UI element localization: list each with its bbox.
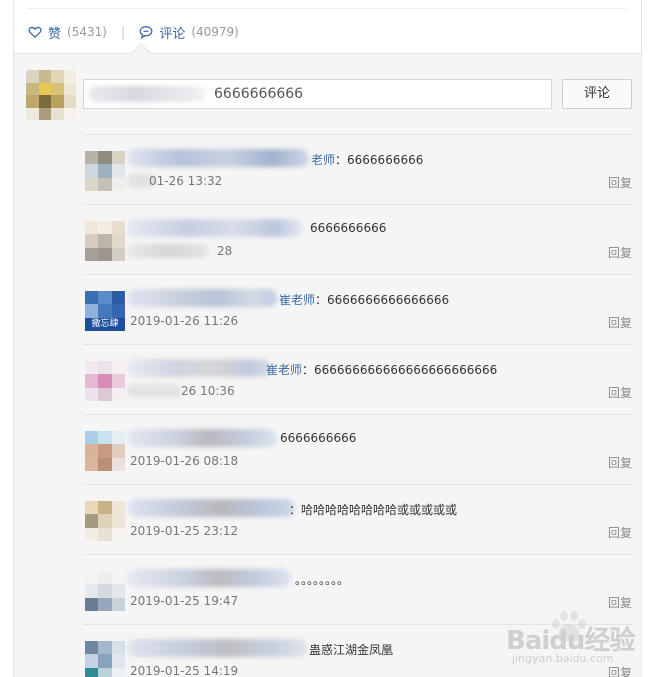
comment-text: 6666666666 <box>280 431 357 445</box>
commenter-avatar[interactable] <box>85 641 125 677</box>
comment-time: 2019-01-25 14:19 <box>130 664 239 677</box>
reply-link[interactable]: 回复 <box>608 454 632 471</box>
watermark-url: jingyan.baidu.com <box>512 652 614 665</box>
comment-count: (40979) <box>191 25 239 39</box>
commenter-avatar[interactable] <box>85 501 125 541</box>
commenter-name-blurred <box>127 359 271 377</box>
comment-text: 6666666666 <box>310 221 387 235</box>
comment-text: 崔老师：6666666666666666 <box>279 293 450 307</box>
comment-text: 崔老师：666666666666666666666666 <box>266 363 498 377</box>
avatar-badge-text: 撒忘肆 <box>85 317 125 331</box>
time-blurred <box>127 244 209 258</box>
commenter-name-blurred <box>127 499 295 517</box>
comment-item: 6666666666 28 回复 <box>83 204 632 274</box>
reply-link[interactable]: 回复 <box>608 314 632 331</box>
comment-time: 2019-01-26 08:18 <box>130 454 239 468</box>
commenter-avatar[interactable] <box>85 151 125 191</box>
like-label: 赞 <box>48 26 62 42</box>
comment-time: 2019-01-25 23:12 <box>130 524 239 538</box>
reply-link[interactable]: 回复 <box>608 524 632 541</box>
comment-text: ：哈哈哈哈哈哈哈哈或或或或或 <box>289 503 458 517</box>
commenter-avatar[interactable] <box>85 221 125 261</box>
commenter-avatar[interactable]: 撒忘肆 <box>85 291 125 331</box>
action-bar: 赞 (5431) | 评论 (40979) <box>28 22 239 42</box>
blurred-mention <box>88 86 206 102</box>
submit-comment-button[interactable]: 评论 <box>562 79 632 109</box>
comment-toggle-button[interactable]: 评论 (40979) <box>139 23 239 42</box>
comment-time: 26 10:36 <box>181 384 235 398</box>
commenter-name-blurred <box>127 569 291 587</box>
like-count: (5431) <box>67 25 107 39</box>
comment-item: ：哈哈哈哈哈哈哈哈或或或或或 2019-01-25 23:12 回复 <box>83 484 632 554</box>
comment-text: 老师：6666666666 <box>311 153 424 167</box>
comment-item: 崔老师：666666666666666666666666 26 10:36 回复 <box>83 344 632 414</box>
comment-text: 。。。。。。。。 <box>295 573 350 587</box>
commenter-name-blurred <box>127 219 303 237</box>
comment-item: 撒忘肆 崔老师：6666666666666666 2019-01-26 11:2… <box>83 274 632 344</box>
comment-list: 老师：6666666666 01-26 13:32 回复 6666666666 … <box>83 134 632 677</box>
current-user-avatar[interactable] <box>26 70 76 120</box>
comment-item: 6666666666 2019-01-26 08:18 回复 <box>83 414 632 484</box>
commenter-avatar[interactable] <box>85 571 125 611</box>
comment-time: 2019-01-26 11:26 <box>130 314 239 328</box>
time-blurred <box>127 384 181 398</box>
comment-label: 评论 <box>159 26 186 42</box>
commenter-name-blurred <box>127 639 307 657</box>
comment-time: 01-26 13:32 <box>149 174 223 188</box>
commenter-name-blurred <box>127 149 309 167</box>
commenter-name-blurred <box>127 289 277 307</box>
reply-link[interactable]: 回复 <box>608 174 632 191</box>
commenter-avatar[interactable] <box>85 431 125 471</box>
comment-bubble-icon <box>139 26 153 39</box>
like-button[interactable]: 赞 (5431) <box>28 23 107 42</box>
divider <box>28 8 626 9</box>
commenter-name-blurred <box>127 429 277 447</box>
comment-item: 老师：6666666666 01-26 13:32 回复 <box>83 134 632 204</box>
heart-icon <box>28 26 42 39</box>
comment-time: 2019-01-25 19:47 <box>130 594 239 608</box>
action-separator: | <box>120 24 126 40</box>
reply-link[interactable]: 回复 <box>608 384 632 401</box>
reply-link[interactable]: 回复 <box>608 244 632 261</box>
comment-time: 28 <box>217 244 233 258</box>
commenter-avatar[interactable] <box>85 361 125 401</box>
comment-text: 蛊惑江湖金凤凰 <box>309 643 394 657</box>
